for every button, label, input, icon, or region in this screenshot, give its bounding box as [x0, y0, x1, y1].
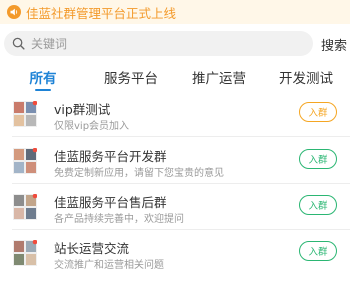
group-name: 站长运营交流	[54, 241, 130, 256]
announcement-text: 佳蓝社群管理平台正式上线	[26, 5, 177, 21]
tab-promotion-ops[interactable]: 推广运营	[192, 67, 246, 87]
join-group-button[interactable]: 入群	[299, 241, 337, 261]
divider	[12, 229, 350, 230]
active-tab-indicator	[35, 89, 51, 91]
group-desc: 免费定制新应用，请留下您宝贵的意见	[54, 168, 224, 179]
join-group-button[interactable]: 入群	[299, 195, 337, 215]
list-item[interactable]: 佳蓝服务平台售后群 各产品持续完善中，欢迎提问 入群	[0, 191, 350, 237]
announcement-bar[interactable]: 佳蓝社群管理平台正式上线	[0, 0, 350, 24]
group-avatar	[13, 101, 37, 127]
group-avatar	[13, 194, 37, 220]
divider	[12, 136, 350, 137]
join-group-button[interactable]: 入群	[299, 149, 337, 169]
search-box[interactable]: 关键词	[4, 31, 313, 56]
category-tabs: 所有 服务平台 推广运营 开发测试	[0, 63, 350, 91]
search-input[interactable]: 关键词	[31, 35, 67, 52]
group-desc: 各产品持续完善中，欢迎提问	[54, 214, 184, 225]
group-name: vip群测试	[54, 102, 111, 117]
tab-dev-test[interactable]: 开发测试	[279, 67, 333, 87]
group-name: 佳蓝服务平台开发群	[54, 149, 167, 164]
tab-service-platform[interactable]: 服务平台	[104, 67, 158, 87]
speaker-icon	[7, 5, 21, 19]
group-desc: 交流推广和运营相关问题	[54, 260, 164, 271]
group-name: 佳蓝服务平台售后群	[54, 195, 167, 210]
search-button[interactable]: 搜索	[321, 35, 347, 54]
search-icon	[12, 37, 25, 50]
list-item[interactable]: 站长运营交流 交流推广和运营相关问题 入群	[0, 237, 350, 283]
list-item[interactable]: vip群测试 仅限vip会员加入 入群	[0, 98, 350, 144]
group-avatar	[13, 148, 37, 174]
divider	[12, 183, 350, 184]
group-avatar	[13, 240, 37, 266]
list-item[interactable]: 佳蓝服务平台开发群 免费定制新应用，请留下您宝贵的意见 入群	[0, 145, 350, 191]
group-desc: 仅限vip会员加入	[54, 121, 130, 132]
tab-all[interactable]: 所有	[30, 67, 57, 87]
join-group-button[interactable]: 入群	[299, 102, 337, 122]
